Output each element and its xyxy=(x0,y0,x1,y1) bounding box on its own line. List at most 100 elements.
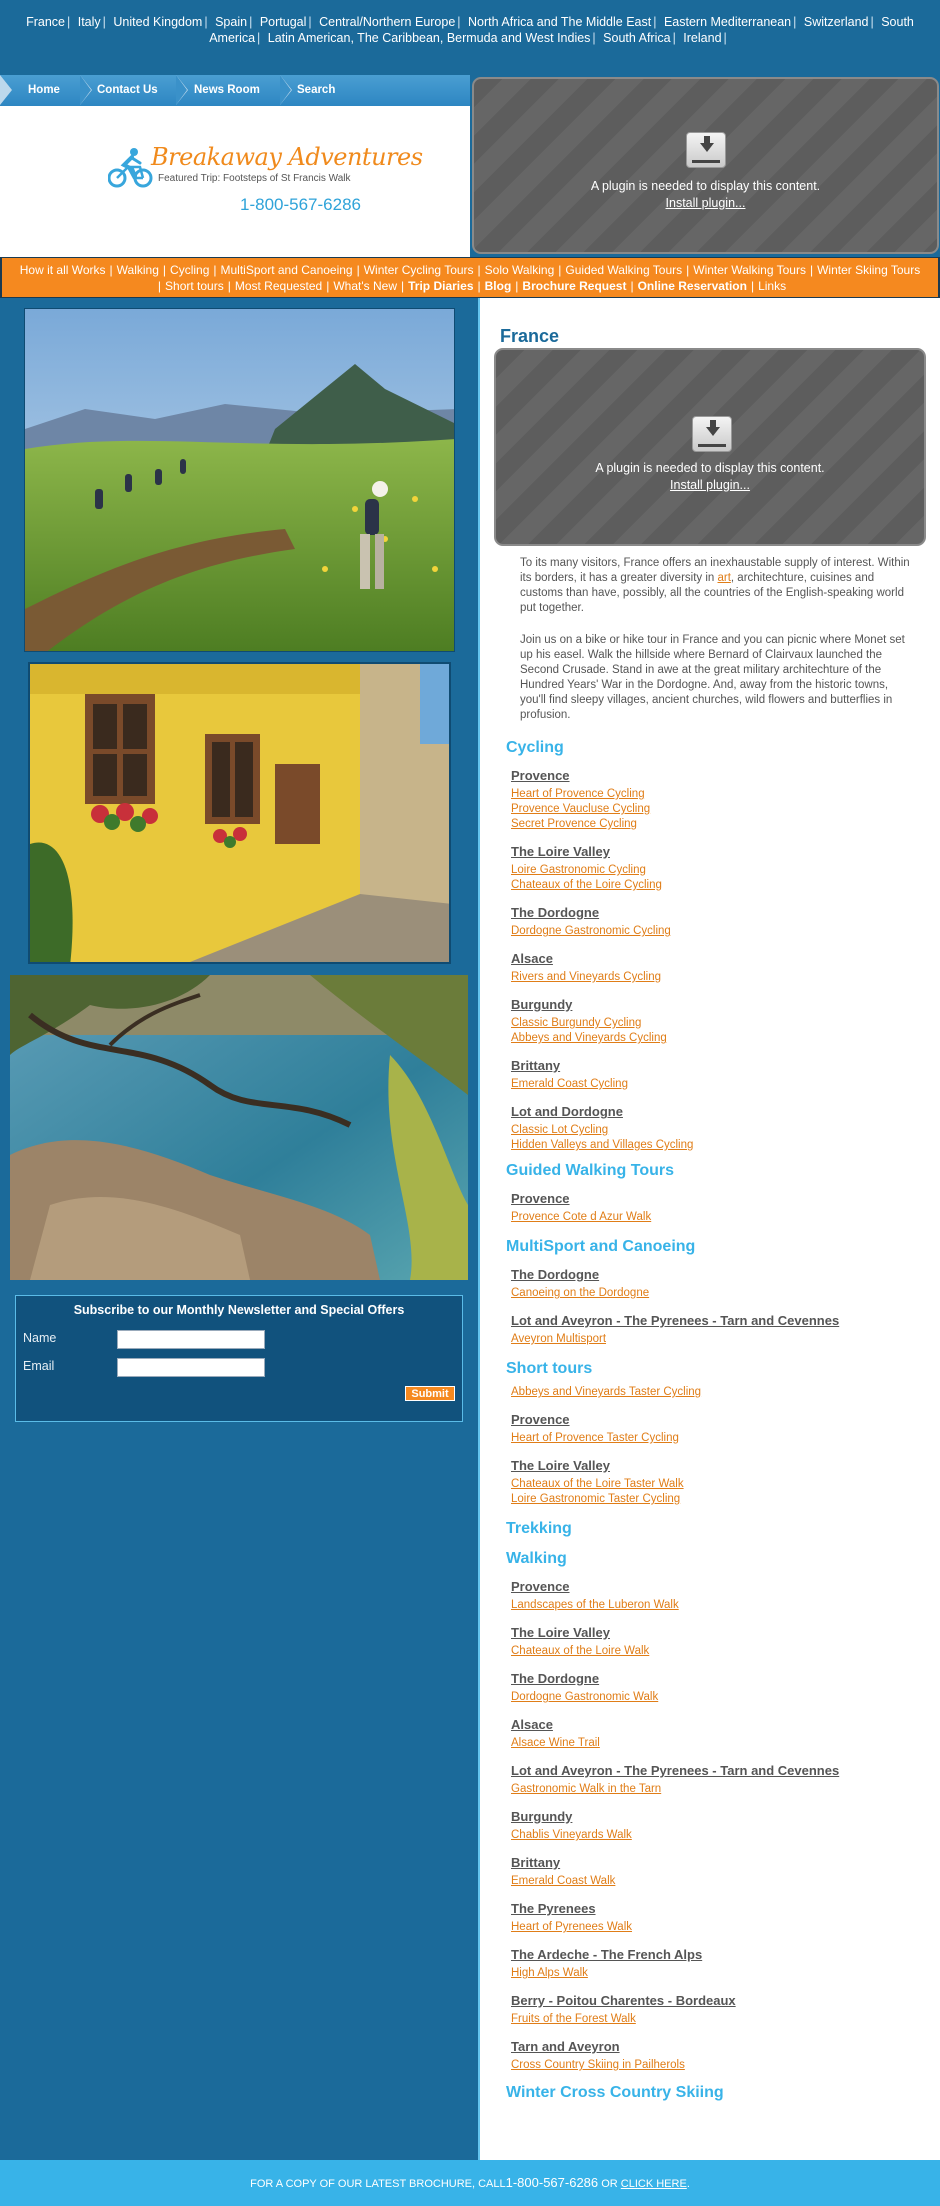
section-short-tours[interactable]: Short tours xyxy=(506,1360,592,1378)
region-heading[interactable]: Alsace xyxy=(511,951,553,966)
content-plugin[interactable]: A plugin is needed to display this conte… xyxy=(494,348,926,546)
trip-link[interactable]: Fruits of the Forest Walk xyxy=(511,2013,636,2025)
region-heading[interactable]: The Dordogne xyxy=(511,1267,599,1282)
trip-link[interactable]: Landscapes of the Luberon Walk xyxy=(511,1599,679,1611)
country-link[interactable]: South Africa xyxy=(603,31,670,45)
country-link[interactable]: France xyxy=(26,15,65,29)
country-link[interactable]: Portugal xyxy=(260,15,307,29)
section-winter-skiing[interactable]: Winter Cross Country Skiing xyxy=(506,2084,724,2102)
nav-search[interactable]: Search xyxy=(297,75,335,106)
category-link[interactable]: Winter Cycling Tours xyxy=(364,263,474,277)
country-link[interactable]: Switzerland xyxy=(804,15,869,29)
region-heading[interactable]: Provence xyxy=(511,768,570,783)
section-trekking[interactable]: Trekking xyxy=(506,1520,572,1538)
trip-link[interactable]: Classic Lot Cycling xyxy=(511,1124,608,1136)
name-field[interactable] xyxy=(117,1330,265,1349)
category-link[interactable]: Solo Walking xyxy=(485,263,555,277)
category-link[interactable]: Most Requested xyxy=(235,279,322,293)
trip-link[interactable]: Provence Vaucluse Cycling xyxy=(511,803,650,815)
trip-link[interactable]: Provence Cote d Azur Walk xyxy=(511,1211,651,1223)
trip-link[interactable]: Abbeys and Vineyards Taster Cycling xyxy=(511,1386,701,1398)
trip-link[interactable]: Emerald Coast Walk xyxy=(511,1875,615,1887)
section-walking[interactable]: Walking xyxy=(506,1550,567,1568)
region-heading[interactable]: Lot and Dordogne xyxy=(511,1104,623,1119)
section-guided-walking[interactable]: Guided Walking Tours xyxy=(506,1162,674,1180)
region-heading[interactable]: The Ardeche - The French Alps xyxy=(511,1947,702,1962)
featured-trip[interactable]: Featured Trip: Footsteps of St Francis W… xyxy=(158,173,350,184)
category-link[interactable]: Winter Skiing Tours xyxy=(817,263,920,277)
country-link[interactable]: North Africa and The Middle East xyxy=(468,15,651,29)
trip-link[interactable]: Aveyron Multisport xyxy=(511,1333,606,1345)
category-link[interactable]: Online Reservation xyxy=(638,279,747,293)
trip-link[interactable]: Dordogne Gastronomic Cycling xyxy=(511,925,671,937)
region-heading[interactable]: Alsace xyxy=(511,1717,553,1732)
region-heading[interactable]: Brittany xyxy=(511,1058,560,1073)
category-link[interactable]: Blog xyxy=(485,279,512,293)
category-link[interactable]: Guided Walking Tours xyxy=(565,263,682,277)
trip-link[interactable]: Secret Provence Cycling xyxy=(511,818,637,830)
trip-link[interactable]: High Alps Walk xyxy=(511,1967,588,1979)
trip-link[interactable]: Heart of Pyrenees Walk xyxy=(511,1921,632,1933)
trip-link[interactable]: Emerald Coast Cycling xyxy=(511,1078,628,1090)
section-multisport[interactable]: MultiSport and Canoeing xyxy=(506,1238,695,1256)
category-link[interactable]: Walking xyxy=(117,263,159,277)
category-link[interactable]: Brochure Request xyxy=(522,279,626,293)
category-link[interactable]: What's New xyxy=(333,279,397,293)
nav-contact[interactable]: Contact Us xyxy=(97,75,158,106)
country-link[interactable]: Eastern Mediterranean xyxy=(664,15,791,29)
country-link[interactable]: Latin American, The Caribbean, Bermuda a… xyxy=(268,31,591,45)
brochure-link[interactable]: CLICK HERE xyxy=(621,2178,687,2190)
region-heading[interactable]: Tarn and Aveyron xyxy=(511,2039,620,2054)
region-heading[interactable]: The Loire Valley xyxy=(511,1625,610,1640)
country-link[interactable]: Ireland xyxy=(683,31,721,45)
category-link[interactable]: How it all Works xyxy=(20,263,106,277)
trip-link[interactable]: Dordogne Gastronomic Walk xyxy=(511,1691,658,1703)
trip-link[interactable]: Heart of Provence Cycling xyxy=(511,788,645,800)
trip-link[interactable]: Loire Gastronomic Taster Cycling xyxy=(511,1493,680,1505)
country-link[interactable]: Spain xyxy=(215,15,247,29)
nav-news[interactable]: News Room xyxy=(194,75,260,106)
region-heading[interactable]: The Pyrenees xyxy=(511,1901,596,1916)
header-plugin[interactable]: A plugin is needed to display this conte… xyxy=(472,77,939,254)
region-heading[interactable]: Provence xyxy=(511,1412,570,1427)
trip-link[interactable]: Chateaux of the Loire Cycling xyxy=(511,879,662,891)
region-heading[interactable]: Berry - Poitou Charentes - Bordeaux xyxy=(511,1993,736,2008)
country-link[interactable]: Italy xyxy=(78,15,101,29)
region-heading[interactable]: The Dordogne xyxy=(511,905,599,920)
region-heading[interactable]: The Loire Valley xyxy=(511,1458,610,1473)
category-link[interactable]: Links xyxy=(758,279,786,293)
trip-link[interactable]: Chateaux of the Loire Taster Walk xyxy=(511,1478,684,1490)
category-link[interactable]: MultiSport and Canoeing xyxy=(221,263,353,277)
plugin-install-link[interactable]: Install plugin... xyxy=(496,478,924,492)
trip-link[interactable]: Chateaux of the Loire Walk xyxy=(511,1645,649,1657)
country-link[interactable]: United Kingdom xyxy=(113,15,202,29)
trip-link[interactable]: Alsace Wine Trail xyxy=(511,1737,600,1749)
category-link[interactable]: Cycling xyxy=(170,263,209,277)
region-heading[interactable]: The Dordogne xyxy=(511,1671,599,1686)
trip-link[interactable]: Classic Burgundy Cycling xyxy=(511,1017,641,1029)
region-heading[interactable]: Lot and Aveyron - The Pyrenees - Tarn an… xyxy=(511,1763,839,1778)
trip-link[interactable]: Heart of Provence Taster Cycling xyxy=(511,1432,679,1444)
trip-link[interactable]: Hidden Valleys and Villages Cycling xyxy=(511,1139,693,1151)
email-field[interactable] xyxy=(117,1358,265,1377)
region-heading[interactable]: Lot and Aveyron - The Pyrenees - Tarn an… xyxy=(511,1313,839,1328)
plugin-install-link[interactable]: Install plugin... xyxy=(474,196,937,210)
country-link[interactable]: Central/Northern Europe xyxy=(319,15,455,29)
trip-link[interactable]: Abbeys and Vineyards Cycling xyxy=(511,1032,667,1044)
region-heading[interactable]: Provence xyxy=(511,1191,570,1206)
trip-link[interactable]: Gastronomic Walk in the Tarn xyxy=(511,1783,661,1795)
region-heading[interactable]: Brittany xyxy=(511,1855,560,1870)
trip-link[interactable]: Canoeing on the Dordogne xyxy=(511,1287,649,1299)
trip-link[interactable]: Chablis Vineyards Walk xyxy=(511,1829,632,1841)
category-link[interactable]: Short tours xyxy=(165,279,224,293)
region-heading[interactable]: The Loire Valley xyxy=(511,844,610,859)
nav-home[interactable]: Home xyxy=(28,75,60,106)
category-link[interactable]: Trip Diaries xyxy=(408,279,473,293)
section-cycling[interactable]: Cycling xyxy=(506,739,564,757)
submit-button[interactable]: Submit xyxy=(405,1386,455,1401)
region-heading[interactable]: Burgundy xyxy=(511,1809,572,1824)
art-link[interactable]: art xyxy=(718,572,731,584)
trip-link[interactable]: Rivers and Vineyards Cycling xyxy=(511,971,661,983)
region-heading[interactable]: Burgundy xyxy=(511,997,572,1012)
trip-link[interactable]: Loire Gastronomic Cycling xyxy=(511,864,646,876)
